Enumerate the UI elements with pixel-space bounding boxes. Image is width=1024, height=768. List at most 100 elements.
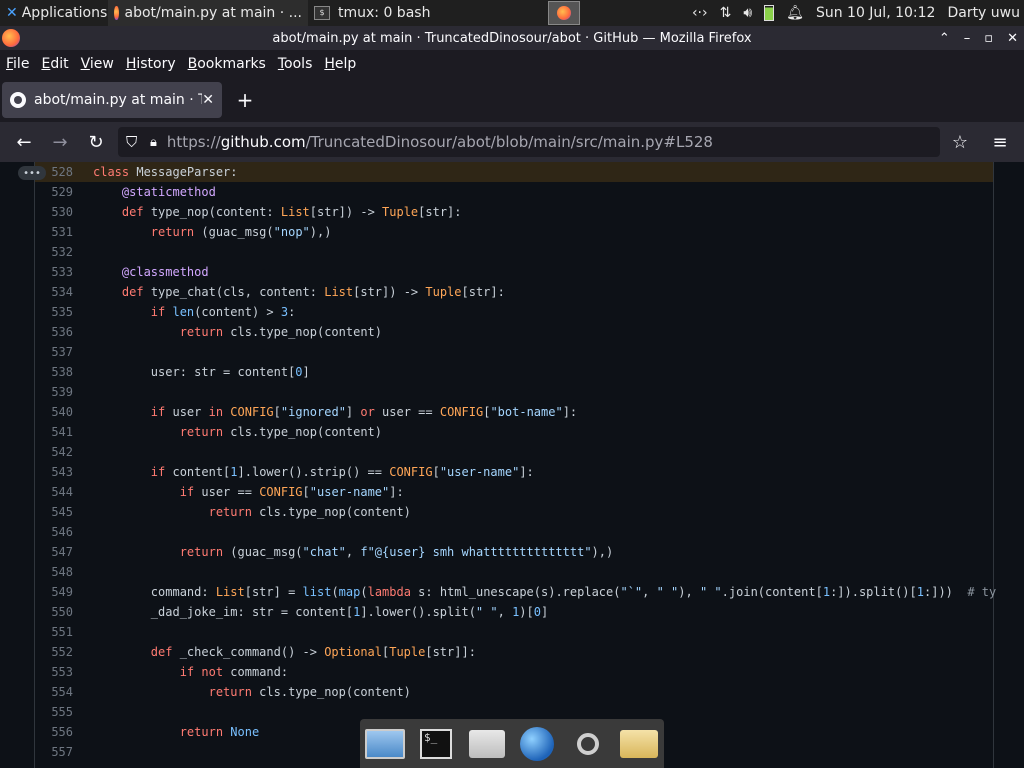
line-code: _dad_joke_im: str = content[1].lower().s… [93, 605, 549, 619]
line-number[interactable]: 557 [35, 742, 73, 762]
code-line: 545 return cls.type_nop(content) [35, 502, 993, 522]
line-number[interactable]: 550 [35, 602, 73, 622]
line-options-button[interactable]: ••• [18, 166, 46, 180]
home-folder-icon[interactable] [467, 724, 507, 764]
taskbar-item-firefox[interactable]: abot/main.py at main · ... [108, 0, 308, 26]
code-line: 539 [35, 382, 993, 402]
network-icon[interactable]: ‹·› [692, 5, 708, 21]
window-minimize-icon[interactable]: – [964, 31, 971, 46]
show-desktop-icon[interactable] [365, 724, 406, 764]
code-line: 551 [35, 622, 993, 642]
code-line: 554 return cls.type_nop(content) [35, 682, 993, 702]
terminal-icon: $ [314, 6, 330, 20]
line-number[interactable]: 539 [35, 382, 73, 402]
line-number[interactable]: 545 [35, 502, 73, 522]
url-path: /TruncatedDinosour/abot/blob/main/src/ma… [305, 133, 713, 151]
code-line: 540 if user in CONFIG["ignored"] or user… [35, 402, 993, 422]
line-number[interactable]: 554 [35, 682, 73, 702]
menu-file[interactable]: File [0, 56, 35, 72]
line-number[interactable]: 535 [35, 302, 73, 322]
code-line: 546 [35, 522, 993, 542]
line-number[interactable]: 537 [35, 342, 73, 362]
line-code: return (guac_msg("nop"),) [150, 225, 332, 239]
github-icon [10, 92, 26, 108]
menu-bookmarks[interactable]: Bookmarks [182, 56, 272, 72]
line-number[interactable]: 546 [35, 522, 73, 542]
tracking-shield-icon[interactable]: ⛉ [126, 133, 140, 151]
xfce-logo-icon: ✕ [6, 5, 18, 21]
line-number[interactable]: 538 [35, 362, 73, 382]
url-bar[interactable]: ⛉ 🔒︎ https://github.com/TruncatedDinosou… [118, 127, 940, 157]
code-line: 534 def type_chat(cls, content: List[str… [35, 282, 993, 302]
line-number[interactable]: 551 [35, 622, 73, 642]
taskbar-item-tmux[interactable]: $ tmux: 0 bash [308, 0, 508, 26]
forward-icon[interactable]: → [42, 124, 78, 160]
volume-icon[interactable]: 🔊︎ [743, 5, 752, 21]
tab-close-icon[interactable]: ✕ [202, 92, 214, 108]
files-folder-icon[interactable] [619, 724, 659, 764]
line-number[interactable]: 531 [35, 222, 73, 242]
line-number[interactable]: 552 [35, 642, 73, 662]
menu-help[interactable]: Help [318, 56, 362, 72]
code-line: 533 @classmethod [35, 262, 993, 282]
window-restore-icon[interactable]: ▫ [984, 31, 993, 46]
clock[interactable]: Sun 10 Jul, 10:12 [816, 5, 936, 21]
line-number[interactable]: 555 [35, 702, 73, 722]
line-number[interactable]: 536 [35, 322, 73, 342]
line-code: if not command: [179, 665, 289, 679]
line-number[interactable]: 553 [35, 662, 73, 682]
line-number[interactable]: 529 [35, 182, 73, 202]
code-line: 529 @staticmethod [35, 182, 993, 202]
applications-label: Applications [21, 5, 108, 21]
line-number[interactable]: 534 [35, 282, 73, 302]
code-line: 531 return (guac_msg("nop"),) [35, 222, 993, 242]
terminal-icon[interactable]: $_ [416, 724, 456, 764]
window-close-icon[interactable]: ✕ [1007, 31, 1018, 46]
line-number[interactable]: 547 [35, 542, 73, 562]
line-number[interactable]: 533 [35, 262, 73, 282]
code-line: 550 _dad_joke_im: str = content[1].lower… [35, 602, 993, 622]
line-number[interactable]: 544 [35, 482, 73, 502]
line-number[interactable]: 540 [35, 402, 73, 422]
menu-tools[interactable]: Tools [272, 56, 319, 72]
line-number[interactable]: 530 [35, 202, 73, 222]
line-number[interactable]: 556 [35, 722, 73, 742]
menu-view[interactable]: View [75, 56, 120, 72]
back-icon[interactable]: ← [6, 124, 42, 160]
reload-icon[interactable]: ↻ [78, 124, 114, 160]
web-browser-icon[interactable] [517, 724, 557, 764]
line-code: return cls.type_nop(content) [208, 685, 411, 699]
code-line: 543 if content[1].lower().strip() == CON… [35, 462, 993, 482]
tab-strip: abot/main.py at main · TruncatedDinosour… [0, 78, 1024, 122]
code-line: 536 return cls.type_nop(content) [35, 322, 993, 342]
workspace-firefox-icon[interactable] [548, 1, 580, 25]
line-number[interactable]: 549 [35, 582, 73, 602]
line-code: return cls.type_nop(content) [179, 425, 383, 439]
window-titlebar[interactable]: abot/main.py at main · TruncatedDinosour… [0, 26, 1024, 50]
line-number[interactable]: 541 [35, 422, 73, 442]
menu-edit[interactable]: Edit [35, 56, 74, 72]
line-code: if len(content) > 3: [150, 305, 296, 319]
firefox-icon [114, 6, 119, 20]
search-icon[interactable] [568, 724, 608, 764]
line-number[interactable]: 543 [35, 462, 73, 482]
line-number[interactable]: 548 [35, 562, 73, 582]
user-menu[interactable]: Darty uwu [947, 5, 1020, 21]
notification-bell-icon[interactable]: 🔔︎ [786, 5, 804, 21]
line-code: class MessageParser: [93, 165, 238, 179]
line-number[interactable]: 542 [35, 442, 73, 462]
new-tab-icon[interactable]: + [234, 86, 256, 114]
battery-icon[interactable] [764, 5, 775, 21]
tab-github-main-py[interactable]: abot/main.py at main · TruncatedDinosour… [2, 82, 222, 118]
line-number[interactable]: 532 [35, 242, 73, 262]
transfer-icon[interactable]: ⇅ [720, 5, 732, 21]
applications-menu[interactable]: ✕ Applications [0, 0, 108, 26]
url-scheme: https:// [166, 133, 221, 151]
app-menu-icon[interactable]: ≡ [982, 124, 1018, 160]
line-code: def _check_command() -> Optional[Tuple[s… [150, 645, 476, 659]
menu-history[interactable]: History [120, 56, 182, 72]
lock-icon[interactable]: 🔒︎ [150, 135, 157, 150]
window-maximize-icon[interactable]: ⌃ [939, 31, 950, 46]
line-code: def type_nop(content: List[str]) -> Tupl… [121, 205, 462, 219]
bookmark-star-icon[interactable]: ☆ [942, 124, 978, 160]
